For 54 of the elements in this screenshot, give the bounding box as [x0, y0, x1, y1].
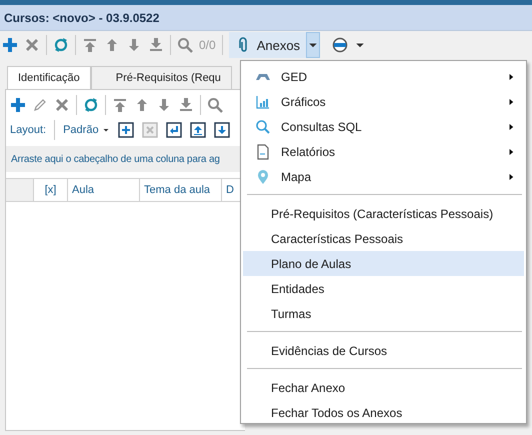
menu-item[interactable]: GED: [243, 64, 524, 89]
add-icon[interactable]: [10, 97, 26, 113]
menu-item[interactable]: Fechar Anexo: [243, 375, 524, 400]
delete-icon[interactable]: [54, 97, 70, 113]
move-bottom-icon[interactable]: [178, 97, 194, 113]
return-icon[interactable]: [166, 122, 182, 138]
document-icon: [255, 144, 271, 160]
submenu-arrow-icon: [508, 172, 514, 180]
menu-item[interactable]: Evidências de Cursos: [243, 338, 524, 363]
chart-icon: [255, 94, 271, 110]
add-group-icon[interactable]: [118, 122, 134, 138]
menu-item[interactable]: Relatórios: [243, 139, 524, 164]
remove-group-icon[interactable]: [142, 122, 158, 138]
menu-item[interactable]: Consultas SQL: [243, 114, 524, 139]
refresh-icon[interactable]: [53, 37, 69, 53]
refresh-icon[interactable]: [83, 97, 99, 113]
menu-item[interactable]: Gráficos: [243, 89, 524, 114]
caret-icon: [102, 126, 110, 134]
menu-item[interactable]: Turmas: [243, 301, 524, 326]
search-icon[interactable]: [177, 37, 193, 53]
submenu-arrow-icon: [508, 148, 514, 156]
delete-icon[interactable]: [24, 37, 40, 53]
move-top-icon[interactable]: [82, 37, 98, 53]
attachments-button[interactable]: Anexos: [228, 32, 306, 58]
menu-item[interactable]: Características Pessoais: [243, 226, 524, 251]
menu-item[interactable]: Pré-Requisitos (Características Pessoais): [243, 201, 524, 226]
column-header[interactable]: D: [222, 179, 242, 201]
move-top-icon[interactable]: [112, 97, 128, 113]
upload-icon[interactable]: [190, 122, 206, 138]
group-hint: Arraste aqui o cabeçalho de uma coluna para ag: [11, 154, 220, 164]
column-header[interactable]: Aula: [68, 179, 140, 201]
search-icon[interactable]: [207, 97, 223, 113]
add-icon[interactable]: [2, 37, 18, 53]
move-bottom-icon[interactable]: [148, 37, 164, 53]
edit-icon[interactable]: [32, 97, 48, 113]
submenu-arrow-icon: [508, 122, 514, 130]
submenu-arrow-icon: [508, 98, 514, 106]
dropdown-button[interactable]: [306, 32, 320, 58]
column-header[interactable]: [x]: [34, 179, 68, 201]
record-counter: 0/0: [199, 38, 216, 52]
layout-dropdown[interactable]: Padrão: [63, 124, 110, 136]
column-header[interactable]: Tema da aula: [140, 179, 222, 201]
map-pin-icon: [255, 168, 271, 184]
layout-label: Layout:: [10, 124, 46, 136]
download-icon[interactable]: [214, 122, 230, 138]
menu-item[interactable]: Plano de Aulas: [243, 251, 524, 276]
search-icon: [255, 118, 271, 134]
menu-item[interactable]: Fechar Todos os Anexos: [243, 400, 524, 425]
tab[interactable]: Pré-Requisitos (Requ: [90, 66, 232, 89]
menu-item[interactable]: Entidades: [243, 276, 524, 301]
submenu-arrow-icon: [508, 72, 514, 80]
window-title: Cursos: <novo> - 03.9.0522: [4, 10, 160, 24]
tab[interactable]: Identificação: [7, 66, 91, 89]
menu-item[interactable]: Mapa: [243, 164, 524, 189]
